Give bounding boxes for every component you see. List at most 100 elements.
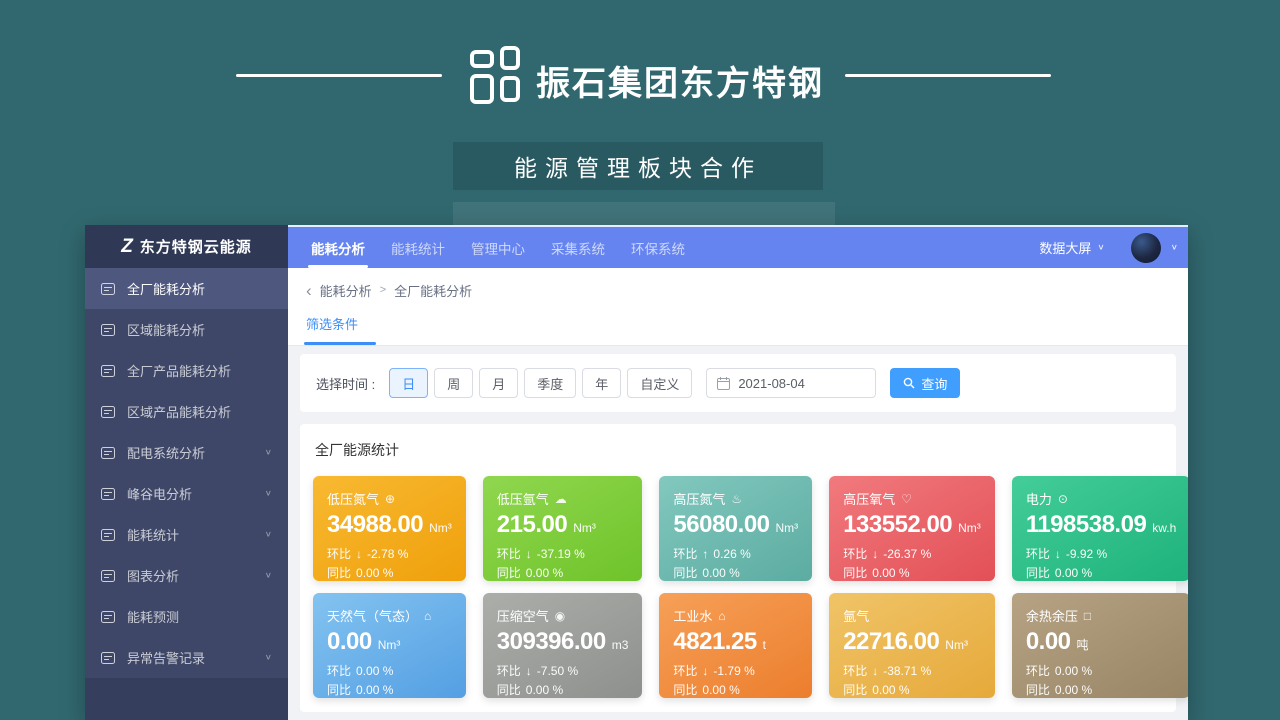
search-icon [903,377,915,389]
chevron-down-icon: ∨ [1097,243,1104,252]
mom-label: 环比 [843,662,867,679]
yoy-label: 同比 [1026,681,1050,698]
sidebar-item-peak-valley-power[interactable]: 峰谷电分析 ∨ [85,473,288,514]
mom-value: -7.50 % [537,664,578,678]
time-option-custom[interactable]: 自定义 [627,368,692,398]
sidebar-item-label: 全厂产品能耗分析 [127,361,272,380]
card-high-pressure-oxygen: 高压氧气♡ 133552.00Nm³ 环比↓-26.37 % 同比0.00 % [829,476,995,581]
nav-item-collection-system[interactable]: 采集系统 [538,227,618,268]
time-option-week[interactable]: 周 [434,368,473,398]
time-option-quarter[interactable]: 季度 [524,368,576,398]
yoy-value: 0.00 % [356,683,393,697]
card-title: 工业水 [673,606,712,625]
sidebar-item-plant-energy-analysis[interactable]: 全厂能耗分析 [85,268,288,309]
card-unit: Nm³ [573,521,596,535]
card-unit: kw.h [1152,521,1176,535]
yoy-value: 0.00 % [1055,566,1092,580]
card-value: 1198538.09 [1026,511,1146,539]
mom-value: 0.00 % [1055,664,1092,678]
card-value: 309396.00 [497,628,606,656]
sidebar-item-region-product-energy[interactable]: 区域产品能耗分析 [85,391,288,432]
card-argon: 氩气 22716.00Nm³ 环比↓-38.71 % 同比0.00 % [829,593,995,698]
mom-label: 环比 [1026,545,1050,562]
sidebar-item-label: 能耗预测 [127,607,272,626]
card-unit: Nm³ [378,638,401,652]
card-title: 天然气（气态） [327,606,418,625]
back-arrow-icon[interactable]: ‹ [306,282,312,299]
sidebar-item-power-distribution[interactable]: 配电系统分析 ∨ [85,432,288,473]
card-natural-gas: 天然气（气态）⌂ 0.00Nm³ 环比0.00 % 同比0.00 % [313,593,466,698]
date-picker-input[interactable]: 2021-08-04 [706,368,876,398]
yoy-value: 0.00 % [702,683,739,697]
yoy-value: 0.00 % [526,683,563,697]
trend-down-icon: ↓ [1055,547,1061,561]
card-unit: Nm³ [958,521,981,535]
yoy-label: 同比 [497,681,521,698]
query-button[interactable]: 查询 [890,368,960,398]
trend-down-icon: ↓ [872,664,878,678]
water-icon: ⌂ [718,609,725,623]
nav-item-management-center[interactable]: 管理中心 [458,227,538,268]
sidebar-item-energy-forecast[interactable]: 能耗预测 [85,596,288,637]
card-compressed-air: 压缩空气◉ 309396.00m3 环比↓-7.50 % 同比0.00 % [483,593,643,698]
sidebar-item-region-energy-analysis[interactable]: 区域能耗分析 [85,309,288,350]
card-title: 低压氮气 [327,489,379,508]
mom-label: 环比 [327,662,351,679]
nav-item-energy-analysis[interactable]: 能耗分析 [298,227,378,268]
sidebar-item-chart-analysis[interactable]: 图表分析 ∨ [85,555,288,596]
time-option-day[interactable]: 日 [389,368,428,398]
yoy-label: 同比 [497,564,521,581]
argon-icon: ☁ [555,492,567,506]
sidebar-item-label: 图表分析 [127,566,265,585]
time-option-year[interactable]: 年 [582,368,621,398]
breadcrumb-current: 全厂能耗分析 [394,281,472,300]
yoy-value: 0.00 % [1055,683,1092,697]
sidebar-footer-area [85,678,288,720]
card-title: 压缩空气 [497,606,549,625]
data-screen-link[interactable]: 数据大屏 ∨ [1039,238,1104,257]
yoy-label: 同比 [327,564,351,581]
menu-icon [101,652,115,664]
card-unit: Nm³ [945,638,968,652]
time-select-label: 选择时间 : [316,374,375,393]
nitrogen-icon: ♨ [731,492,742,506]
trend-down-icon: ↓ [356,547,362,561]
nav-item-energy-statistics[interactable]: 能耗统计 [378,227,458,268]
yoy-label: 同比 [673,681,697,698]
chevron-down-icon[interactable]: ∨ [1171,243,1178,252]
menu-icon [101,570,115,582]
card-low-pressure-nitrogen: 低压氮气⊕ 34988.00Nm³ 环比↓-2.78 % 同比0.00 % [313,476,466,581]
card-value: 34988.00 [327,511,423,539]
sidebar-item-label: 配电系统分析 [127,443,265,462]
sidebar-item-label: 异常告警记录 [127,648,265,667]
card-value: 22716.00 [843,628,939,656]
yoy-label: 同比 [673,564,697,581]
card-value: 215.00 [497,511,567,539]
menu-icon [101,488,115,500]
tab-filter-conditions[interactable]: 筛选条件 [306,312,358,345]
card-value: 56080.00 [673,511,769,539]
menu-icon [101,447,115,459]
mom-label: 环比 [843,545,867,562]
menu-icon [101,611,115,623]
waste-heat-icon: □ [1084,609,1091,623]
breadcrumb-parent[interactable]: 能耗分析 [320,281,372,300]
card-unit: m3 [612,638,629,652]
mom-value: -38.71 % [883,664,931,678]
menu-icon [101,406,115,418]
mom-label: 环比 [497,545,521,562]
sidebar-item-alarm-records[interactable]: 异常告警记录 ∨ [85,637,288,678]
time-option-month[interactable]: 月 [479,368,518,398]
nav-item-environment-system[interactable]: 环保系统 [618,227,698,268]
query-button-label: 查询 [921,374,947,393]
data-screen-label: 数据大屏 [1039,238,1091,257]
menu-icon [101,283,115,295]
sidebar-item-label: 区域产品能耗分析 [127,402,272,421]
mom-label: 环比 [673,545,697,562]
sidebar-item-plant-product-energy[interactable]: 全厂产品能耗分析 [85,350,288,391]
energy-stats-panel: 全厂能源统计 低压氮气⊕ 34988.00Nm³ 环比↓-2.78 % 同比0.… [300,424,1176,712]
stats-section-title: 全厂能源统计 [315,440,1163,460]
user-avatar[interactable] [1131,233,1161,263]
sidebar-item-energy-statistics[interactable]: 能耗统计 ∨ [85,514,288,555]
yoy-label: 同比 [843,681,867,698]
